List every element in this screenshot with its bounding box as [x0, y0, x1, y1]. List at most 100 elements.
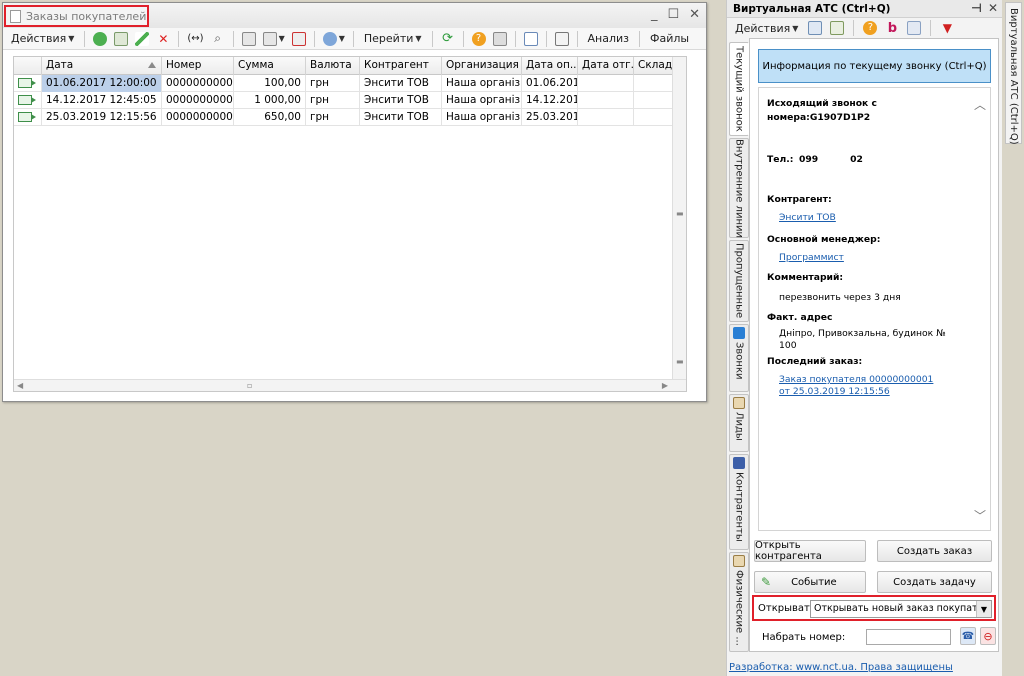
counterparty-link[interactable]: Энсити ТОВ: [779, 212, 836, 223]
cell-date: 01.06.2017 12:00:00: [42, 75, 162, 92]
atc-tool-button-1[interactable]: [806, 19, 824, 37]
toolbar-separator: [84, 30, 86, 47]
current-call-info-button[interactable]: Информация по текущему звонку (Ctrl+Q): [758, 49, 991, 83]
scroll-thumb-icon[interactable]: ▫: [247, 381, 252, 390]
atc-actions-menu-button[interactable]: Действия ▼: [731, 19, 802, 37]
last-order-link-line1[interactable]: Заказ покупателя 00000000001: [779, 374, 933, 385]
table-row[interactable]: 14.12.2017 12:45:05 00000000001 1 000,00…: [14, 92, 686, 109]
analysis-button[interactable]: Анализ: [584, 30, 634, 48]
hangup-icon: ⊖: [983, 629, 993, 643]
table-row[interactable]: 01.06.2017 12:00:00 00000000002 100,00 г…: [14, 75, 686, 92]
report-button[interactable]: [553, 30, 571, 48]
phone-label: Тел.:: [767, 154, 794, 165]
grid-horizontal-scrollbar[interactable]: ◀ ▫ ▶: [14, 379, 686, 391]
chevron-up-icon[interactable]: ︿: [974, 96, 986, 113]
atc-side-tab[interactable]: Виртуальная АТС (Ctrl+Q): [1005, 2, 1022, 145]
refresh-button[interactable]: ⟳: [439, 30, 457, 48]
column-header-shipment-date[interactable]: Дата отг...: [578, 57, 634, 75]
atc-tool-button-2[interactable]: [828, 19, 846, 37]
tab-current-call[interactable]: Текущий звонок: [729, 42, 749, 136]
clear-filter-button[interactable]: [290, 30, 308, 48]
copy-button[interactable]: [112, 30, 130, 48]
pin-icon[interactable]: ⊣: [971, 1, 982, 15]
atc-panel: Виртуальная АТС (Ctrl+Q) ⊣ ✕ Действия ▼ …: [726, 0, 1002, 676]
actions-menu-button[interactable]: Действия ▼: [7, 30, 78, 48]
open-mode-select[interactable]: Открывать новый заказ покупател: [810, 600, 992, 618]
help-button[interactable]: ?: [470, 30, 488, 48]
last-order-link-line2[interactable]: от 25.03.2019 12:15:56: [779, 386, 890, 397]
cell-sum: 100,00: [234, 75, 306, 92]
users-icon: [907, 21, 922, 35]
cell-sum: 650,00: [234, 109, 306, 126]
cell-organization: Наша організ...: [442, 109, 522, 126]
column-header-number[interactable]: Номер: [162, 57, 234, 75]
column-header-organization[interactable]: Организация: [442, 57, 522, 75]
tab-individuals[interactable]: Физические ...: [729, 552, 749, 652]
cell-number: 00000000001: [162, 92, 234, 109]
column-header-payment-date[interactable]: Дата оп...: [522, 57, 578, 75]
create-task-button[interactable]: Создать задачу: [877, 571, 992, 593]
tab-leads[interactable]: Лиды: [729, 394, 749, 452]
grid-header-icon-col: [14, 57, 42, 75]
tab-label: Контрагенты: [733, 472, 745, 542]
maximize-button[interactable]: ☐: [667, 8, 679, 22]
toolbar-separator: [462, 30, 464, 47]
dial-number-input[interactable]: [866, 629, 951, 645]
actions-label: Действия: [11, 32, 67, 45]
toolbar-separator: [576, 30, 578, 47]
edit-button[interactable]: [133, 30, 151, 48]
preview-button[interactable]: [522, 30, 540, 48]
minimize-button[interactable]: _: [651, 8, 658, 22]
window-controls: _ ☐ ✕: [651, 8, 700, 22]
document-posted-icon: [18, 78, 36, 88]
scroll-right-icon[interactable]: ▶: [662, 381, 668, 390]
print-button[interactable]: [491, 30, 509, 48]
atc-brand-button[interactable]: b: [883, 19, 901, 37]
table-row[interactable]: 25.03.2019 12:15:56 00000000001 650,00 г…: [14, 109, 686, 126]
atc-users-button[interactable]: [905, 19, 923, 37]
grid-vertical-scrollbar[interactable]: ▬ ▬: [672, 57, 686, 391]
create-order-button[interactable]: Создать заказ: [877, 540, 992, 562]
delete-button[interactable]: ✕: [154, 30, 172, 48]
manager-link[interactable]: Программист: [779, 252, 844, 263]
column-header-currency[interactable]: Валюта: [306, 57, 360, 75]
tab-internal-lines[interactable]: Внутренние линии: [729, 138, 749, 238]
scroll-left-icon[interactable]: ◀: [17, 381, 23, 390]
open-counterparty-button[interactable]: Открыть контрагента: [754, 540, 866, 562]
files-button[interactable]: Файлы: [646, 30, 693, 48]
orders-window-title: Заказы покупателей: [26, 9, 147, 23]
toolbar-separator: [853, 20, 855, 36]
atc-help-button[interactable]: ?: [861, 19, 879, 37]
tab-counterparties[interactable]: Контрагенты: [729, 454, 749, 550]
filter-icon: [241, 31, 256, 46]
chevron-down-icon[interactable]: ﹀: [974, 507, 986, 524]
row-status: [14, 109, 42, 126]
atc-pin-button[interactable]: ▼: [938, 19, 956, 37]
outgoing-call-line1: Исходящий звонок с: [767, 98, 877, 109]
structure-button[interactable]: ▼: [321, 30, 347, 48]
tab-calls[interactable]: Звонки: [729, 324, 749, 392]
chevron-down-icon[interactable]: ▼: [976, 601, 991, 617]
column-header-date[interactable]: Дата: [42, 57, 162, 75]
tab-missed[interactable]: Пропущенные: [729, 240, 749, 322]
add-button[interactable]: [91, 30, 109, 48]
find-button[interactable]: ⌕: [209, 30, 227, 48]
column-header-sum[interactable]: Сумма: [234, 57, 306, 75]
hangup-button[interactable]: ⊖: [980, 627, 996, 645]
toolbar-separator: [639, 30, 641, 47]
dial-button[interactable]: ☎: [960, 627, 976, 645]
row-status: [14, 75, 42, 92]
close-icon[interactable]: ✕: [988, 1, 998, 15]
orders-titlebar: Заказы покупателей _ ☐ ✕: [3, 3, 706, 29]
column-header-counterparty[interactable]: Контрагент: [360, 57, 442, 75]
goto-menu-button[interactable]: Перейти ▼: [360, 30, 426, 48]
atc-titlebar: Виртуальная АТС (Ctrl+Q) ⊣ ✕: [727, 0, 1002, 18]
close-button[interactable]: ✕: [689, 8, 700, 22]
filter-button[interactable]: [240, 30, 258, 48]
filter-list-button[interactable]: ▼: [261, 30, 287, 48]
developer-link[interactable]: Разработка: www.nct.ua. Права защищены: [729, 662, 953, 673]
cell-currency: грн: [306, 75, 360, 92]
range-button[interactable]: (↔): [185, 30, 205, 48]
cell-payment-date: 14.12.2017: [522, 92, 578, 109]
event-button[interactable]: ✎ Событие: [754, 571, 866, 593]
